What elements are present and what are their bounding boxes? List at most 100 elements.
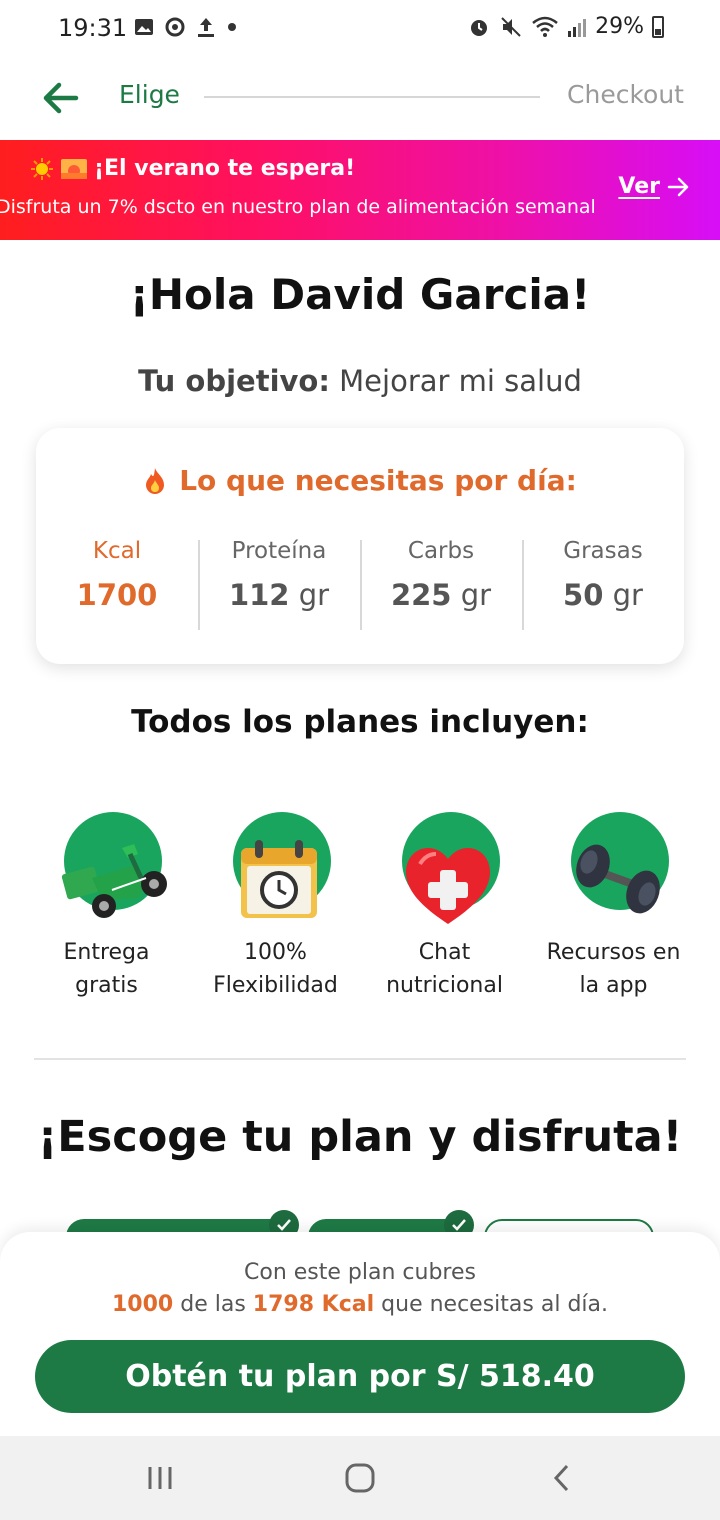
feature-label-line2: gratis — [75, 973, 138, 998]
calendar-clock-icon — [240, 840, 317, 918]
macro-protein: Proteína 112 gr — [198, 538, 360, 630]
feature-label: Entrega gratis — [22, 936, 191, 1002]
choose-plan-title: ¡Escoge tu plan y disfruta! — [37, 1112, 683, 1162]
signal-icon — [568, 18, 587, 37]
chevron-left-icon — [553, 1464, 569, 1492]
macro-number: 50 — [563, 578, 604, 612]
macro-label: Grasas — [563, 538, 643, 564]
macro-unit: gr — [460, 578, 492, 612]
macro-number: 225 — [390, 578, 452, 612]
upload-icon — [198, 18, 214, 37]
step-checkout: Checkout — [567, 80, 684, 109]
feature-label-line1: Chat — [418, 940, 471, 965]
home-button[interactable] — [340, 1460, 380, 1496]
wifi-icon — [532, 16, 558, 37]
heart-plus-icon — [405, 848, 490, 924]
status-bar: 19:31 29% — [0, 0, 720, 58]
macro-number: 112 — [228, 578, 290, 612]
macros-row: Kcal 1700 Proteína 112 gr Carbs 225 gr G… — [36, 538, 684, 630]
feature-label-line2: Flexibilidad — [213, 973, 338, 998]
feature-image — [549, 808, 679, 928]
delivery-scooter-icon — [61, 844, 167, 918]
notification-icons — [134, 16, 238, 38]
macro-fats: Grasas 50 gr — [522, 538, 684, 630]
fire-icon — [146, 467, 165, 494]
goal-value: Mejorar mi salud — [339, 364, 582, 398]
total-kcal: 1798 Kcal — [252, 1292, 375, 1317]
macro-label: Kcal — [92, 538, 142, 564]
system-nav-bar — [0, 1436, 720, 1520]
coverage-detail: 1000 de las 1798 Kcal que necesitas al d… — [0, 1292, 720, 1317]
coverage-mid: de las — [180, 1292, 246, 1317]
feature-image — [211, 808, 341, 928]
recent-apps-button[interactable] — [140, 1460, 180, 1496]
macro-carbs: Carbs 225 gr — [360, 538, 522, 630]
feature-image — [42, 808, 172, 928]
coverage-end: que necesitas al día. — [381, 1292, 608, 1317]
macro-label: Carbs — [407, 538, 475, 564]
feature-label-line2: nutricional — [386, 973, 503, 998]
sync-icon — [165, 17, 185, 37]
alarm-icon — [471, 19, 488, 36]
macro-label: Proteína — [231, 538, 327, 564]
covered-kcal: 1000 — [112, 1292, 174, 1317]
sun-icon — [31, 157, 53, 180]
step-progress-line — [204, 96, 540, 98]
feature-label: Chat nutricional — [360, 936, 529, 1002]
macro-number: 1700 — [76, 578, 158, 612]
greeting-title: ¡Hola David Garcia! — [129, 270, 591, 319]
coverage-intro: Con este plan cubres — [244, 1260, 476, 1285]
mute-icon — [501, 16, 521, 37]
gallery-icon — [135, 19, 153, 35]
back-button[interactable] — [36, 74, 84, 122]
checkout-steps-nav: Elige Checkout — [0, 58, 720, 140]
feature-app-resources: Recursos en la app — [529, 808, 698, 1002]
feature-label-line2: la app — [579, 973, 648, 998]
features-list: Entrega gratis 100% Flexibilidad Chat nu… — [22, 808, 698, 1002]
macro-kcal: Kcal 1700 — [36, 538, 198, 630]
daily-needs-title: Lo que necesitas por día: — [36, 464, 684, 497]
home-icon — [345, 1463, 375, 1493]
feature-label: 100% Flexibilidad — [191, 936, 360, 1002]
daily-needs-card: Lo que necesitas por día: Kcal 1700 Prot… — [36, 428, 684, 664]
macro-unit: gr — [298, 578, 330, 612]
macro-value: 225 gr — [360, 578, 522, 612]
status-right: 29% — [467, 14, 664, 39]
promo-title-text: ¡El verano te espera! — [94, 156, 356, 181]
battery-level: 29% — [595, 14, 644, 39]
section-divider — [34, 1058, 686, 1060]
promo-banner[interactable]: ¡El verano te espera! Disfruta un 7% dsc… — [0, 140, 720, 240]
arrow-right-icon — [667, 177, 689, 196]
promo-see-link[interactable]: Ver — [618, 174, 690, 199]
status-time: 19:31 — [58, 14, 128, 42]
feature-free-delivery: Entrega gratis — [22, 808, 191, 1002]
daily-needs-title-text: Lo que necesitas por día: — [179, 464, 577, 497]
feature-flexibility: 100% Flexibilidad — [191, 808, 360, 1002]
battery-icon — [652, 15, 664, 38]
get-plan-button[interactable]: Obtén tu plan por S/ 518.40 — [35, 1340, 685, 1413]
arrow-left-icon — [43, 82, 79, 114]
feature-label: Recursos en la app — [529, 936, 698, 1002]
includes-title: Todos los planes incluyen: — [131, 704, 589, 740]
macro-unit: gr — [612, 578, 643, 612]
promo-link-label: Ver — [618, 174, 660, 199]
plan-summary-sheet: Con este plan cubres 1000 de las 1798 Kc… — [0, 1232, 720, 1436]
promo-text: Disfruta un 7% dscto en nuestro plan de … — [0, 196, 596, 218]
macro-value: 112 gr — [198, 578, 360, 612]
recent-apps-icon — [148, 1467, 172, 1489]
feature-label-line1: 100% — [244, 940, 307, 965]
feature-nutrition-chat: Chat nutricional — [360, 808, 529, 1002]
dumbbell-icon — [575, 844, 660, 914]
sunset-icon — [61, 158, 87, 179]
promo-title: ¡El verano te espera! — [30, 156, 355, 181]
step-elige: Elige — [119, 80, 180, 109]
feature-image — [380, 808, 510, 928]
macro-value: 50 gr — [522, 578, 684, 612]
macro-value: 1700 — [36, 578, 198, 612]
dot-icon — [228, 23, 236, 31]
feature-label-line1: Recursos en — [546, 940, 681, 965]
goal-label: Tu objetivo: — [138, 364, 330, 398]
feature-label-line1: Entrega — [63, 940, 150, 965]
user-goal: Tu objetivo: Mejorar mi salud — [0, 364, 720, 398]
system-back-button[interactable] — [542, 1460, 582, 1496]
